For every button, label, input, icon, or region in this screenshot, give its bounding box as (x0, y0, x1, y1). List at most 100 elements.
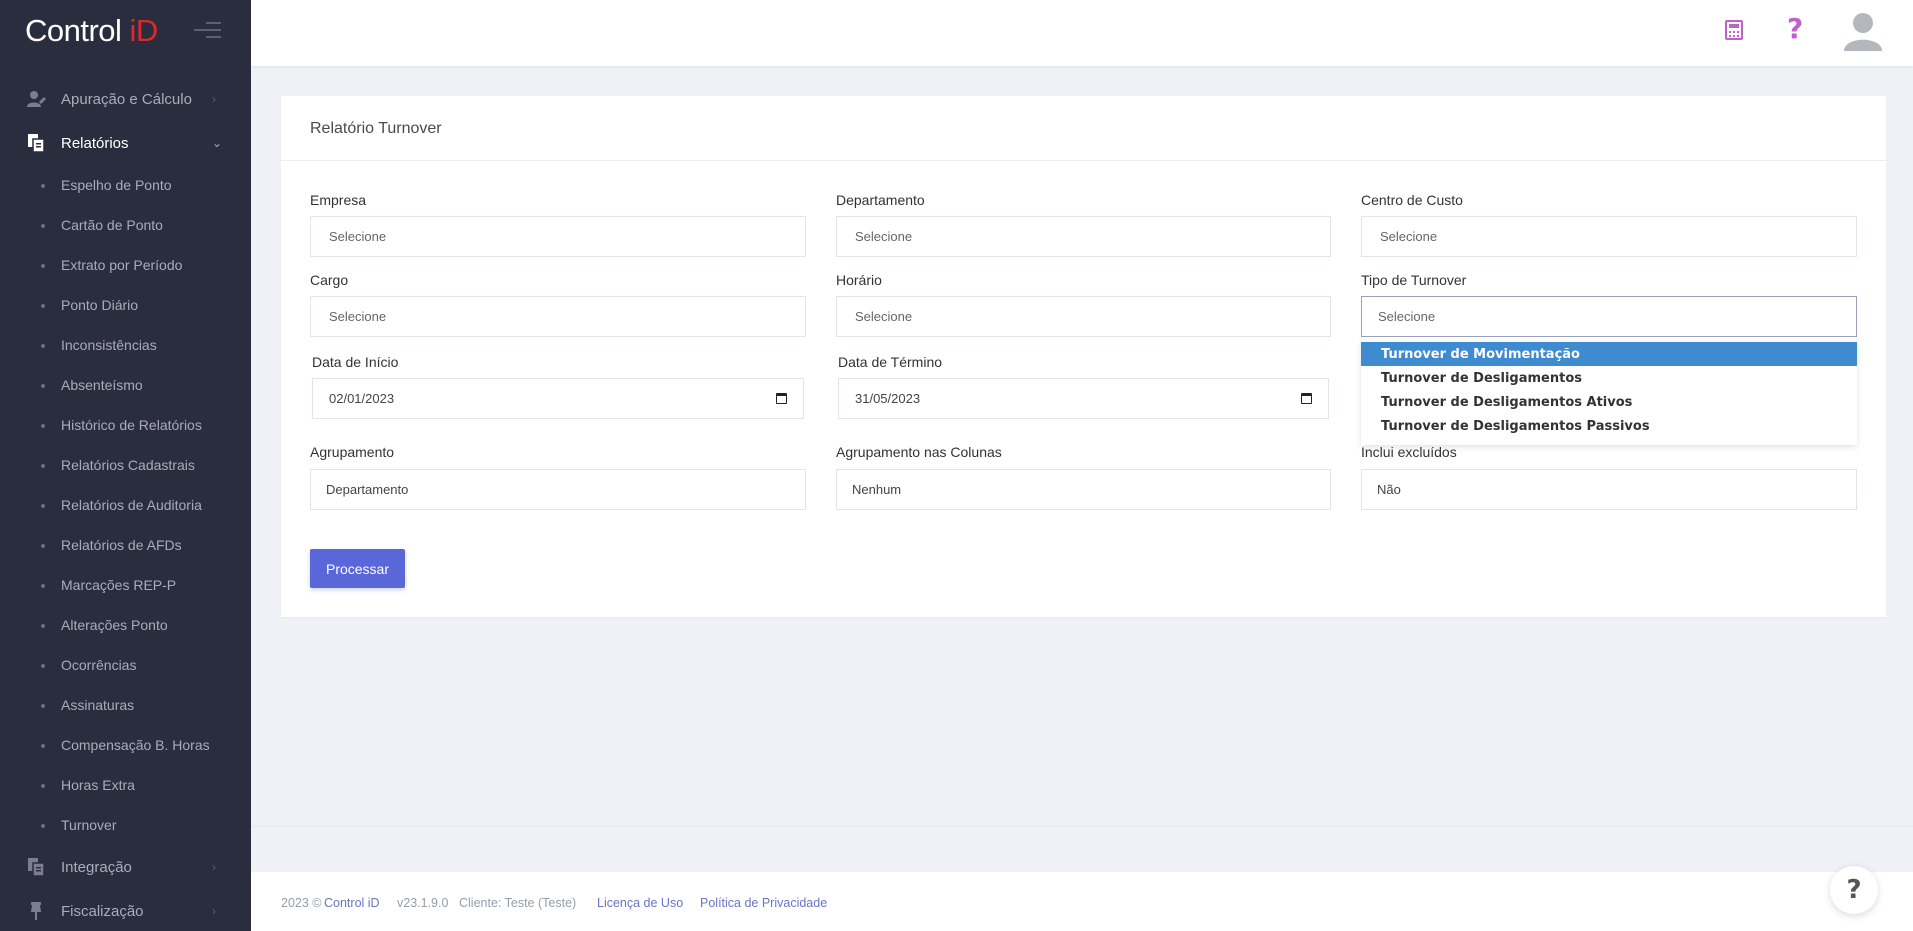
sidebar-subitem-label: Extrato por Período (61, 257, 183, 273)
agrupamento-colunas-label: Agrupamento nas Colunas (836, 444, 1002, 460)
sidebar-item-relatorios[interactable]: Relatórios ⌄ (0, 121, 251, 165)
sidebar-subitem-label: Ponto Diário (61, 297, 139, 313)
sidebar-subitem-assinaturas[interactable]: Assinaturas (0, 685, 251, 725)
bullet-icon (41, 824, 45, 828)
bullet-icon (41, 384, 45, 388)
cargo-select[interactable]: Selecione (310, 296, 806, 337)
agrupamento-colunas-select[interactable]: Nenhum (836, 469, 1331, 510)
sidebar-subitem-absenteismo[interactable]: Absenteísmo (0, 365, 251, 405)
sidebar-subitem-historico-de-relatorios[interactable]: Histórico de Relatórios (0, 405, 251, 445)
departamento-select[interactable]: Selecione (836, 216, 1331, 257)
data-inicio-value: 02/01/2023 (329, 391, 395, 406)
tipo-turnover-select[interactable]: Selecione (1361, 296, 1857, 337)
chevron-right-icon: › (212, 860, 216, 874)
cargo-label: Cargo (310, 272, 349, 288)
sidebar-subitem-label: Cartão de Ponto (61, 217, 163, 233)
centro-custo-placeholder: Selecione (1380, 229, 1438, 244)
agrupamento-select[interactable]: Departamento (310, 469, 806, 510)
bullet-icon (41, 304, 45, 308)
bullet-icon (41, 624, 45, 628)
footer-brand-link[interactable]: Control iD (324, 896, 380, 910)
sidebar-subitem-relatorios-de-auditoria[interactable]: Relatórios de Auditoria (0, 485, 251, 525)
footer-license-link[interactable]: Licença de Uso (597, 896, 683, 910)
sidebar-subitem-label: Marcações REP-P (61, 577, 177, 593)
help-icon[interactable]: ? (1787, 12, 1803, 45)
sidebar-subitem-marcacoes-rep-p[interactable]: Marcações REP-P (0, 565, 251, 605)
horario-select[interactable]: Selecione (836, 296, 1331, 337)
horario-label: Horário (836, 272, 882, 288)
brand-name: Control iD (25, 13, 158, 48)
sidebar: Control iD Apuração e Cálculo › Relatóri… (0, 0, 251, 931)
bullet-icon (41, 264, 45, 268)
divider (251, 826, 1913, 827)
menu-toggle-icon[interactable] (194, 22, 221, 40)
bullet-icon (41, 704, 45, 708)
sidebar-subitem-relatorios-cadastrais[interactable]: Relatórios Cadastrais (0, 445, 251, 485)
sidebar-item-apuracao[interactable]: Apuração e Cálculo › (0, 77, 251, 121)
inclui-excluidos-select[interactable]: Não (1361, 469, 1857, 510)
sidebar-subitem-alteracoes-ponto[interactable]: Alterações Ponto (0, 605, 251, 645)
sidebar-subitem-label: Horas Extra (61, 777, 135, 793)
sidebar-item-label: Fiscalização (61, 902, 144, 920)
sidebar-subitem-relatorios-de-afds[interactable]: Relatórios de AFDs (0, 525, 251, 565)
sidebar-item-fiscalizacao[interactable]: Fiscalização › (0, 889, 251, 931)
dropdown-option[interactable]: Turnover de Desligamentos Passivos (1361, 414, 1857, 438)
data-inicio-input[interactable]: 02/01/2023 (312, 378, 804, 419)
topbar (251, 0, 1913, 66)
tipo-turnover-search-placeholder: Selecione (1378, 309, 1436, 324)
footer-privacy-link[interactable]: Política de Privacidade (700, 896, 827, 910)
sidebar-subitem-espelho-de-ponto[interactable]: Espelho de Ponto (0, 165, 251, 205)
sidebar-subitem-inconsistencias[interactable]: Inconsistências (0, 325, 251, 365)
sidebar-subitem-compensacao-b-horas[interactable]: Compensação B. Horas (0, 725, 251, 765)
tipo-turnover-label: Tipo de Turnover (1361, 272, 1467, 288)
bullet-icon (41, 584, 45, 588)
sidebar-subitem-label: Relatórios de AFDs (61, 537, 182, 553)
empresa-label: Empresa (310, 192, 367, 208)
sidebar-subitem-label: Histórico de Relatórios (61, 417, 202, 433)
page-title: Relatório Turnover (310, 120, 442, 137)
data-termino-value: 31/05/2023 (855, 391, 921, 406)
sidebar-subitem-label: Inconsistências (61, 337, 157, 353)
departamento-placeholder: Selecione (855, 229, 913, 244)
sidebar-subitem-label: Assinaturas (61, 697, 135, 713)
brand-logo[interactable]: Control iD (0, 0, 251, 62)
sidebar-subitem-cartao-de-ponto[interactable]: Cartão de Ponto (0, 205, 251, 245)
sidebar-subitem-label: Espelho de Ponto (61, 177, 172, 193)
user-edit-icon (27, 91, 46, 107)
footer-year: 2023 © (281, 896, 322, 910)
avatar-icon[interactable] (1842, 10, 1884, 52)
data-termino-input[interactable]: 31/05/2023 (838, 378, 1329, 419)
dropdown-option[interactable]: Turnover de Desligamentos (1361, 366, 1857, 390)
sidebar-subitem-extrato-por-periodo[interactable]: Extrato por Período (0, 245, 251, 285)
sidebar-subitem-label: Relatórios Cadastrais (61, 457, 195, 473)
calendar-icon[interactable] (1301, 393, 1312, 404)
documents-icon (28, 858, 45, 877)
inclui-excluidos-label: Inclui excluídos (1361, 444, 1457, 460)
sidebar-item-label: Integração (61, 858, 132, 876)
sidebar-subitem-ponto-diario[interactable]: Ponto Diário (0, 285, 251, 325)
calculator-icon[interactable] (1725, 20, 1743, 40)
bullet-icon (41, 544, 45, 548)
empresa-select[interactable]: Selecione (310, 216, 806, 257)
data-inicio-label: Data de Início (312, 354, 399, 370)
processar-button[interactable]: Processar (310, 549, 405, 588)
divider (281, 160, 1886, 161)
footer-client: Cliente: Teste (Teste) (459, 896, 577, 910)
tipo-turnover-dropdown: Turnover de Movimentação Turnover de Des… (1361, 341, 1857, 445)
sidebar-subitem-ocorrencias[interactable]: Ocorrências (0, 645, 251, 685)
calendar-icon[interactable] (776, 393, 787, 404)
bullet-icon (41, 504, 45, 508)
centro-custo-select[interactable]: Selecione (1361, 216, 1857, 257)
agrupamento-value: Departamento (326, 482, 409, 497)
sidebar-item-label: Apuração e Cálculo (61, 90, 192, 108)
sidebar-subitem-horas-extra[interactable]: Horas Extra (0, 765, 251, 805)
cargo-placeholder: Selecione (329, 309, 387, 324)
chevron-right-icon: › (212, 92, 216, 106)
sidebar-subitem-label: Turnover (61, 817, 117, 833)
sidebar-item-integracao[interactable]: Integração › (0, 845, 251, 889)
sidebar-subitem-label: Relatórios de Auditoria (61, 497, 202, 513)
sidebar-subitem-turnover[interactable]: Turnover (0, 805, 251, 845)
dropdown-option[interactable]: Turnover de Desligamentos Ativos (1361, 390, 1857, 414)
dropdown-option[interactable]: Turnover de Movimentação (1361, 342, 1857, 366)
help-float-button[interactable]: ? (1830, 866, 1878, 914)
